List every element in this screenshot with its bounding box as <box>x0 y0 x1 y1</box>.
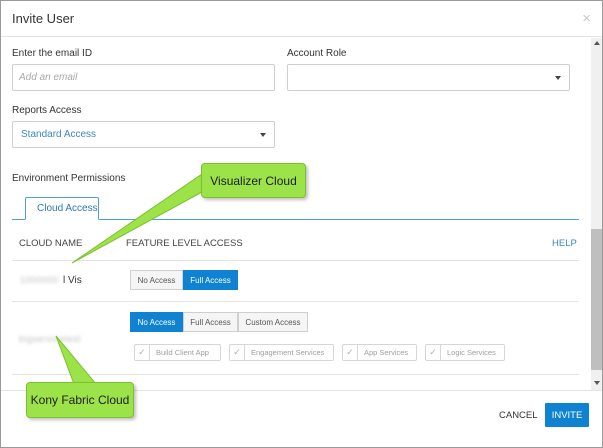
visualizer-pointer <box>71 171 214 264</box>
callout-kony-fabric-cloud: Kony Fabric Cloud <box>26 382 134 418</box>
callout-visualizer-cloud: Visualizer Cloud <box>201 163 306 198</box>
fabric-pointer <box>55 335 98 385</box>
callout-pointers <box>55 171 214 385</box>
